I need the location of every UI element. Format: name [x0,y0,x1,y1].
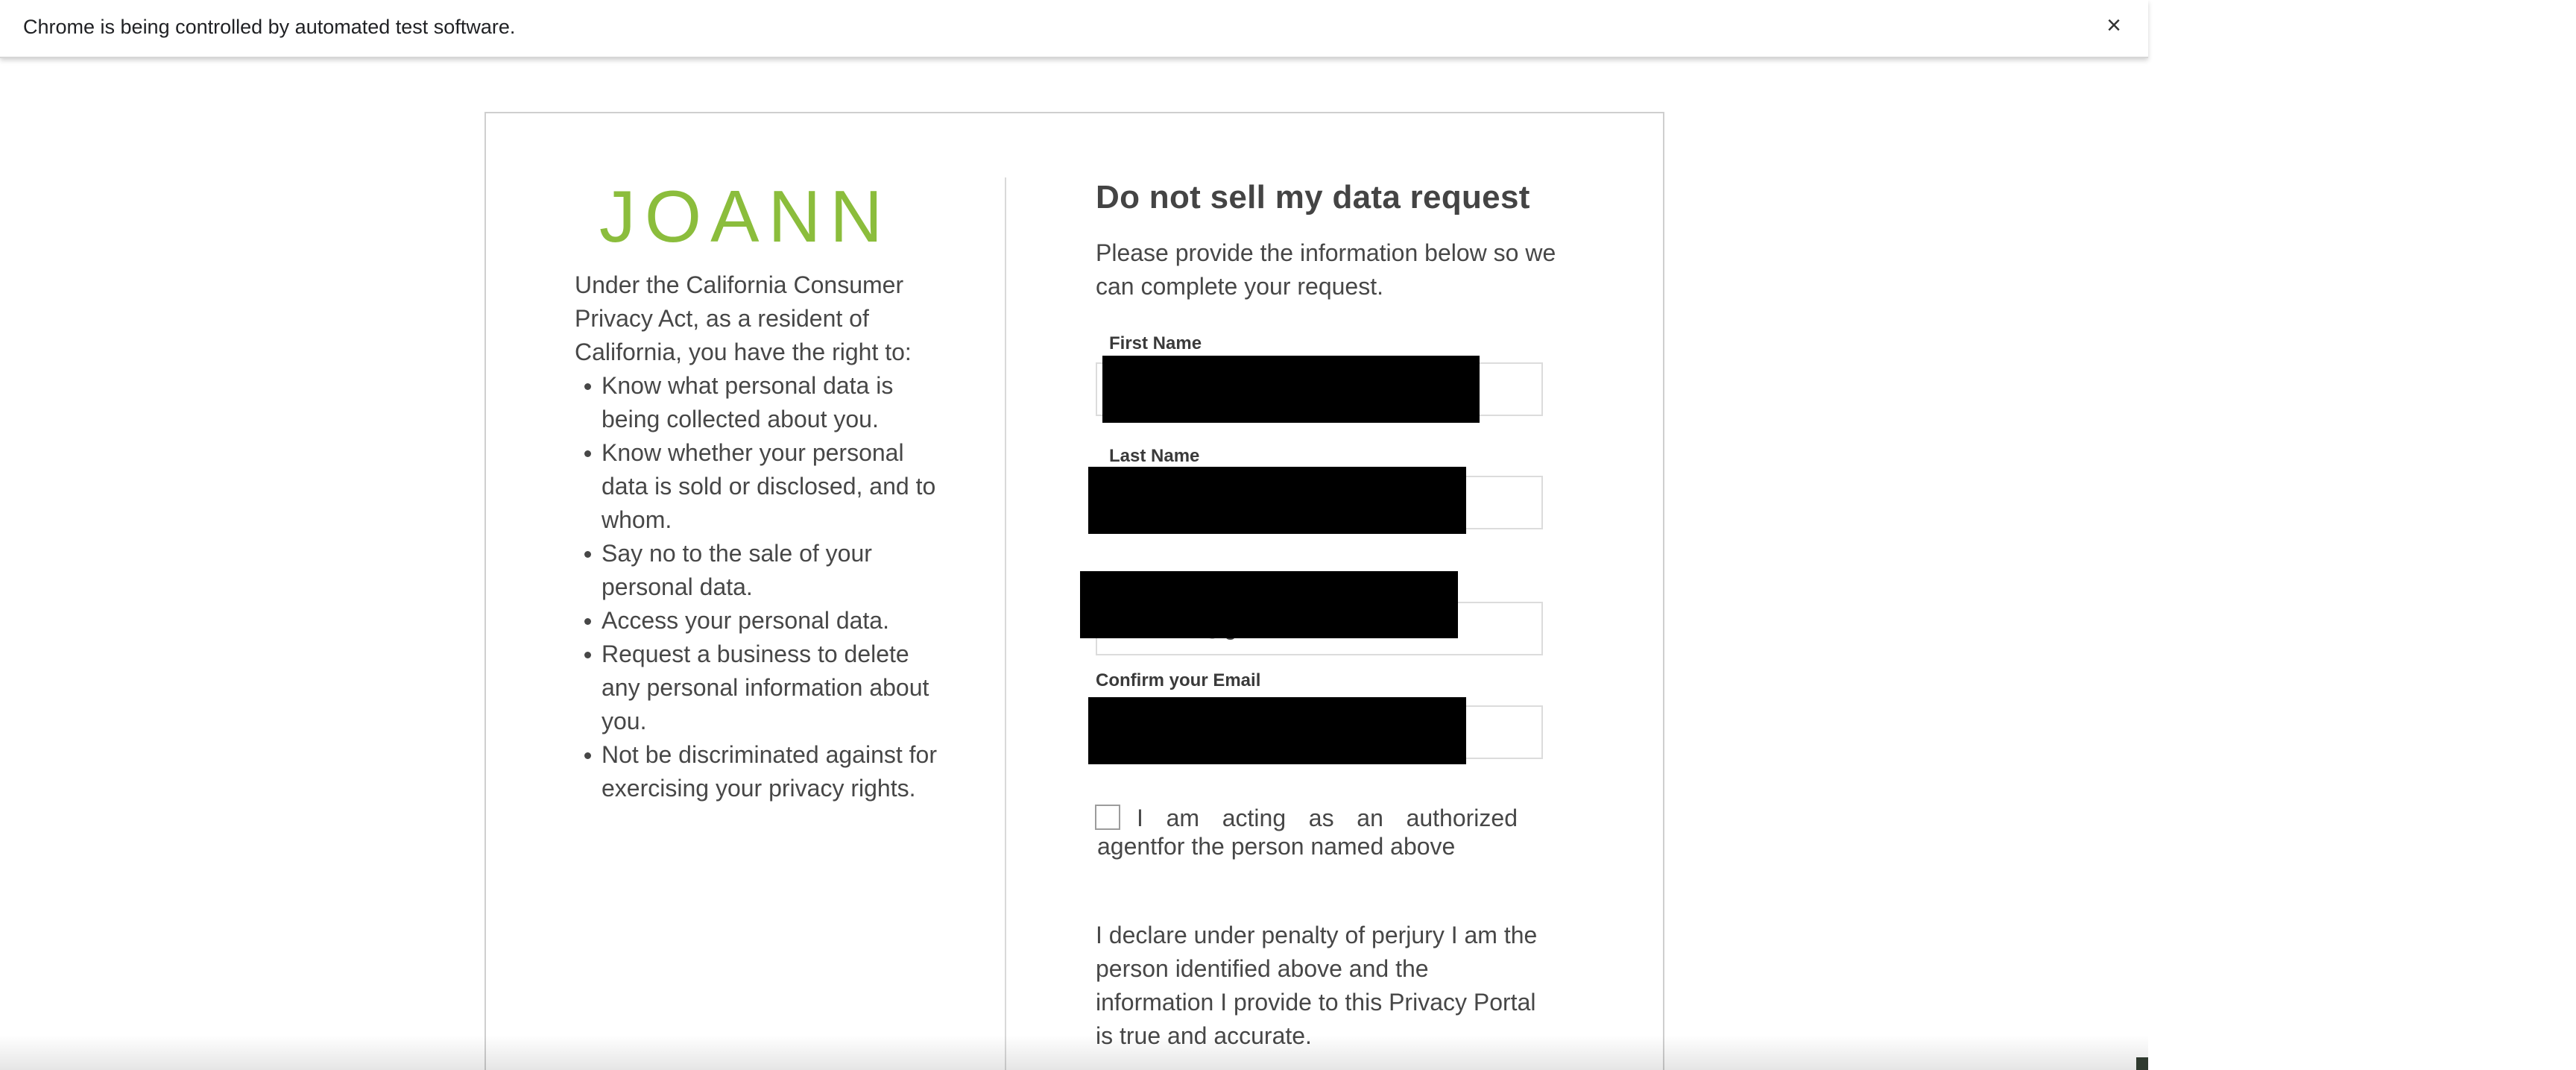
redaction-box [1088,697,1466,764]
rights-list-item: Access your personal data. [575,604,947,638]
redaction-box [1088,467,1466,534]
first-name-label: First Name [1109,333,1202,353]
rights-list: Know what personal data is being collect… [575,369,947,805]
close-icon[interactable]: × [2100,12,2127,39]
confirm-email-label: Confirm your Email [1096,670,1261,690]
infobar-message: Chrome is being controlled by automated … [23,16,516,38]
form-title: Do not sell my data request [1096,179,1530,215]
automation-infobar: Chrome is being controlled by automated … [0,0,2148,58]
rights-list-item: Request a business to delete any persona… [575,638,947,738]
last-name-label: Last Name [1109,446,1200,466]
rights-list-item: Know what personal data is being collect… [575,369,947,436]
form-subtitle: Please provide the information below so … [1096,239,1556,300]
redaction-box [1102,356,1480,423]
bottom-shadow [0,1035,2148,1070]
rights-list-item: Not be discriminated against for exercis… [575,738,947,805]
column-divider [1005,177,1006,1070]
redaction-box [1080,571,1458,638]
joann-logo: JOANN [599,175,892,257]
rights-list-item: Know whether your personal data is sold … [575,436,947,537]
perjury-declaration: I declare under penalty of perjury I am … [1096,922,1538,1049]
viewport-blank-area [2148,0,2576,1070]
rights-list-item: Say no to the sale of your personal data… [575,537,947,604]
authorized-agent-label: I am acting as an authorized agentfor th… [1097,805,1518,860]
window-corner [2136,1057,2148,1070]
ccpa-intro-text: Under the California Consumer Privacy Ac… [575,271,912,365]
authorized-agent-checkbox[interactable] [1095,805,1120,830]
